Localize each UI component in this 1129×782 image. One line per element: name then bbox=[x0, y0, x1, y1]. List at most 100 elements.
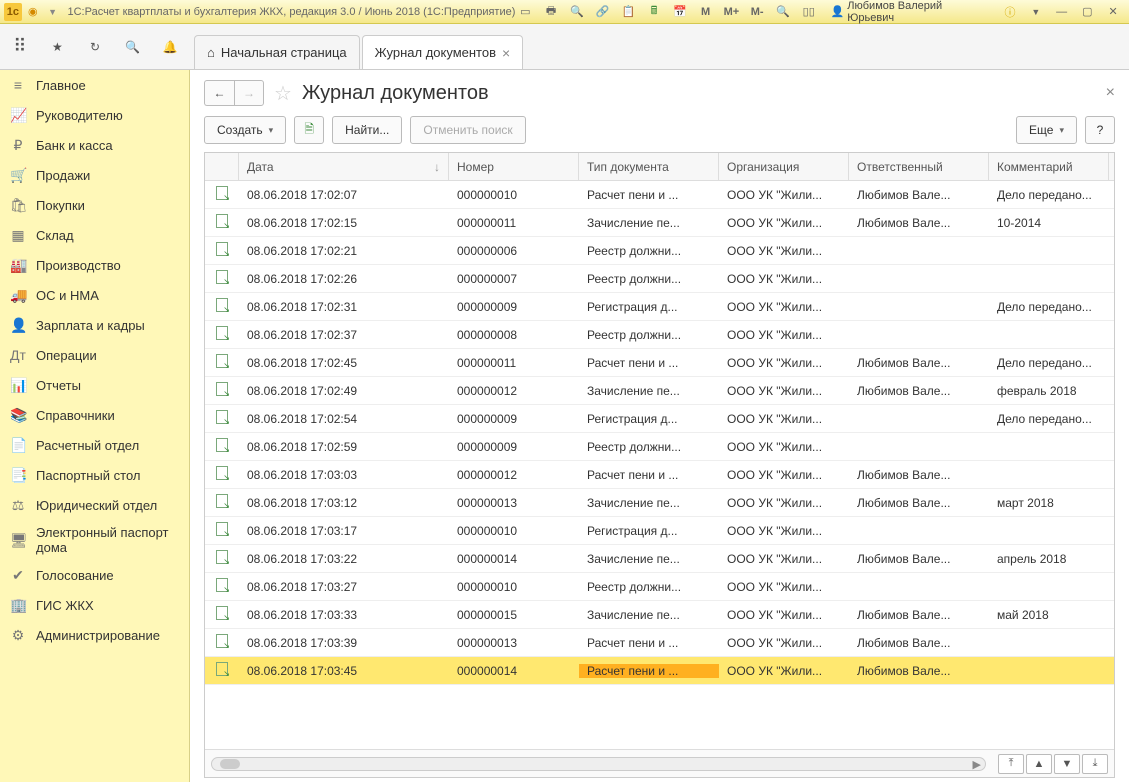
col-type[interactable]: Тип документа bbox=[579, 153, 719, 180]
caret-down-icon[interactable]: ▼ bbox=[44, 3, 62, 21]
sidebar-item-11[interactable]: 📚Справочники bbox=[0, 400, 189, 430]
search-toolbar-icon[interactable]: 🔍 bbox=[121, 35, 145, 59]
table-row[interactable]: 08.06.2018 17:02:15000000011Зачисление п… bbox=[205, 209, 1114, 237]
current-user[interactable]: 👤Любимов Валерий Юрьевич bbox=[831, 0, 991, 24]
sidebar-item-15[interactable]: 🖥Электронный паспорт дома bbox=[0, 520, 189, 560]
cancel-search-button[interactable]: Отменить поиск bbox=[410, 116, 525, 144]
maximize-icon[interactable]: ▢ bbox=[1077, 3, 1097, 21]
sidebar-item-2[interactable]: ₽Банк и касса bbox=[0, 130, 189, 160]
table-row[interactable]: 08.06.2018 17:02:21000000006Реестр должн… bbox=[205, 237, 1114, 265]
close-page-icon[interactable]: × bbox=[1106, 84, 1115, 102]
sidebar-item-10[interactable]: 📊Отчеты bbox=[0, 370, 189, 400]
sidebar-item-1[interactable]: 📈Руководителю bbox=[0, 100, 189, 130]
sidebar-item-12[interactable]: 📄Расчетный отдел bbox=[0, 430, 189, 460]
table-row[interactable]: 08.06.2018 17:03:33000000015Зачисление п… bbox=[205, 601, 1114, 629]
history-icon[interactable]: ↻ bbox=[83, 35, 107, 59]
sidebar-item-9[interactable]: ДтОперации bbox=[0, 340, 189, 370]
table-row[interactable]: 08.06.2018 17:03:39000000013Расчет пени … bbox=[205, 629, 1114, 657]
scroll-bottom-icon[interactable]: ⤓ bbox=[1082, 754, 1108, 774]
m-button[interactable]: M bbox=[696, 3, 716, 21]
back-button[interactable]: ← bbox=[204, 80, 234, 106]
col-number[interactable]: Номер bbox=[449, 153, 579, 180]
link-icon[interactable]: 🔗 bbox=[593, 3, 613, 21]
col-comment[interactable]: Комментарий bbox=[989, 153, 1109, 180]
cell: ООО УК "Жили... bbox=[719, 580, 849, 594]
table-row[interactable]: 08.06.2018 17:03:03000000012Расчет пени … bbox=[205, 461, 1114, 489]
sidebar-label: Главное bbox=[36, 78, 86, 93]
cell: ООО УК "Жили... bbox=[719, 664, 849, 678]
table-row[interactable]: 08.06.2018 17:02:07000000010Расчет пени … bbox=[205, 181, 1114, 209]
col-date[interactable]: Дата↓ bbox=[239, 153, 449, 180]
cell: Дело передано... bbox=[989, 356, 1109, 370]
zoom-icon[interactable]: 🔍 bbox=[773, 3, 793, 21]
table-row[interactable]: 08.06.2018 17:02:37000000008Реестр должн… bbox=[205, 321, 1114, 349]
clipboard-icon[interactable]: 📋 bbox=[618, 3, 638, 21]
scroll-up-icon[interactable]: ▲ bbox=[1026, 754, 1052, 774]
print-icon[interactable]: 🖶 bbox=[541, 3, 561, 21]
table-row[interactable]: 08.06.2018 17:03:17000000010Регистрация … bbox=[205, 517, 1114, 545]
cell: Зачисление пе... bbox=[579, 216, 719, 230]
sidebar-item-4[interactable]: 🛍Покупки bbox=[0, 190, 189, 220]
sidebar-item-0[interactable]: ≡ Главное bbox=[0, 70, 189, 100]
apps-grid-icon[interactable]: ⠿ bbox=[8, 35, 32, 59]
tab-close-icon[interactable]: × bbox=[502, 45, 510, 61]
table-row[interactable]: 08.06.2018 17:02:26000000007Реестр должн… bbox=[205, 265, 1114, 293]
sidebar-item-16[interactable]: ✔Голосование bbox=[0, 560, 189, 590]
m-plus-button[interactable]: M+ bbox=[722, 3, 742, 21]
sidebar-item-8[interactable]: 👤Зарплата и кадры bbox=[0, 310, 189, 340]
col-org[interactable]: Организация bbox=[719, 153, 849, 180]
cell: Любимов Вале... bbox=[849, 188, 989, 202]
table-row[interactable]: 08.06.2018 17:02:54000000009Регистрация … bbox=[205, 405, 1114, 433]
table-row[interactable]: 08.06.2018 17:02:45000000011Расчет пени … bbox=[205, 349, 1114, 377]
sidebar-item-6[interactable]: 🏭Производство bbox=[0, 250, 189, 280]
find-button[interactable]: Найти... bbox=[332, 116, 402, 144]
calendar-icon[interactable]: 📅 bbox=[670, 3, 690, 21]
caret-down-icon-2[interactable]: ▼ bbox=[1026, 3, 1046, 21]
calculator-icon[interactable]: 🖩 bbox=[644, 3, 664, 21]
dropdown-circle-icon[interactable]: ◉ bbox=[24, 3, 42, 21]
refresh-button[interactable]: 🗎 bbox=[294, 116, 324, 144]
search-icon[interactable]: 🔍 bbox=[567, 3, 587, 21]
help-button[interactable]: ? bbox=[1085, 116, 1115, 144]
more-button[interactable]: Еще▾ bbox=[1016, 116, 1077, 144]
sidebar-icon: 📈 bbox=[10, 107, 26, 124]
bell-icon[interactable]: 🔔 bbox=[158, 35, 182, 59]
sidebar-item-3[interactable]: 🛒Продажи bbox=[0, 160, 189, 190]
sidebar-item-14[interactable]: ⚖Юридический отдел bbox=[0, 490, 189, 520]
sidebar-item-5[interactable]: ▦Склад bbox=[0, 220, 189, 250]
table-row[interactable]: 08.06.2018 17:03:27000000010Реестр должн… bbox=[205, 573, 1114, 601]
table-row[interactable]: 08.06.2018 17:02:31000000009Регистрация … bbox=[205, 293, 1114, 321]
scroll-down-icon[interactable]: ▼ bbox=[1054, 754, 1080, 774]
cell: 000000013 bbox=[449, 496, 579, 510]
tab-1[interactable]: Журнал документов× bbox=[362, 35, 524, 69]
sidebar-item-17[interactable]: 🏢ГИС ЖКХ bbox=[0, 590, 189, 620]
table-row[interactable]: 08.06.2018 17:02:49000000012Зачисление п… bbox=[205, 377, 1114, 405]
create-button[interactable]: Создать▾ bbox=[204, 116, 286, 144]
cell: Любимов Вале... bbox=[849, 356, 989, 370]
minimize-icon[interactable]: — bbox=[1052, 3, 1072, 21]
sidebar-item-13[interactable]: 📑Паспортный стол bbox=[0, 460, 189, 490]
panel-icon[interactable]: ▯▯ bbox=[799, 3, 819, 21]
table-row[interactable]: 08.06.2018 17:02:59000000009Реестр должн… bbox=[205, 433, 1114, 461]
close-window-icon[interactable]: ✕ bbox=[1103, 3, 1123, 21]
table-row[interactable]: 08.06.2018 17:03:22000000014Зачисление п… bbox=[205, 545, 1114, 573]
sidebar-icon: ≡ bbox=[10, 77, 26, 93]
cell bbox=[205, 662, 239, 679]
print-preview-icon[interactable]: ▭ bbox=[515, 3, 535, 21]
horizontal-scrollbar[interactable]: ▶ bbox=[211, 757, 986, 771]
tab-0[interactable]: ⌂Начальная страница bbox=[194, 35, 360, 69]
col-resp[interactable]: Ответственный bbox=[849, 153, 989, 180]
sidebar-label: Операции bbox=[36, 348, 97, 363]
table-row[interactable]: 08.06.2018 17:03:12000000013Зачисление п… bbox=[205, 489, 1114, 517]
cell: Любимов Вале... bbox=[849, 384, 989, 398]
table-row[interactable]: 08.06.2018 17:03:45000000014Расчет пени … bbox=[205, 657, 1114, 685]
cell: 08.06.2018 17:02:07 bbox=[239, 188, 449, 202]
star-icon[interactable]: ★ bbox=[46, 35, 70, 59]
favorite-star-icon[interactable]: ☆ bbox=[274, 81, 292, 106]
info-icon[interactable]: ⓘ bbox=[1000, 3, 1020, 21]
sidebar-item-18[interactable]: ⚙Администрирование bbox=[0, 620, 189, 650]
m-minus-button[interactable]: M- bbox=[747, 3, 767, 21]
scroll-top-icon[interactable]: ⤒ bbox=[998, 754, 1024, 774]
forward-button[interactable]: → bbox=[234, 80, 264, 106]
sidebar-item-7[interactable]: 🚚ОС и НМА bbox=[0, 280, 189, 310]
